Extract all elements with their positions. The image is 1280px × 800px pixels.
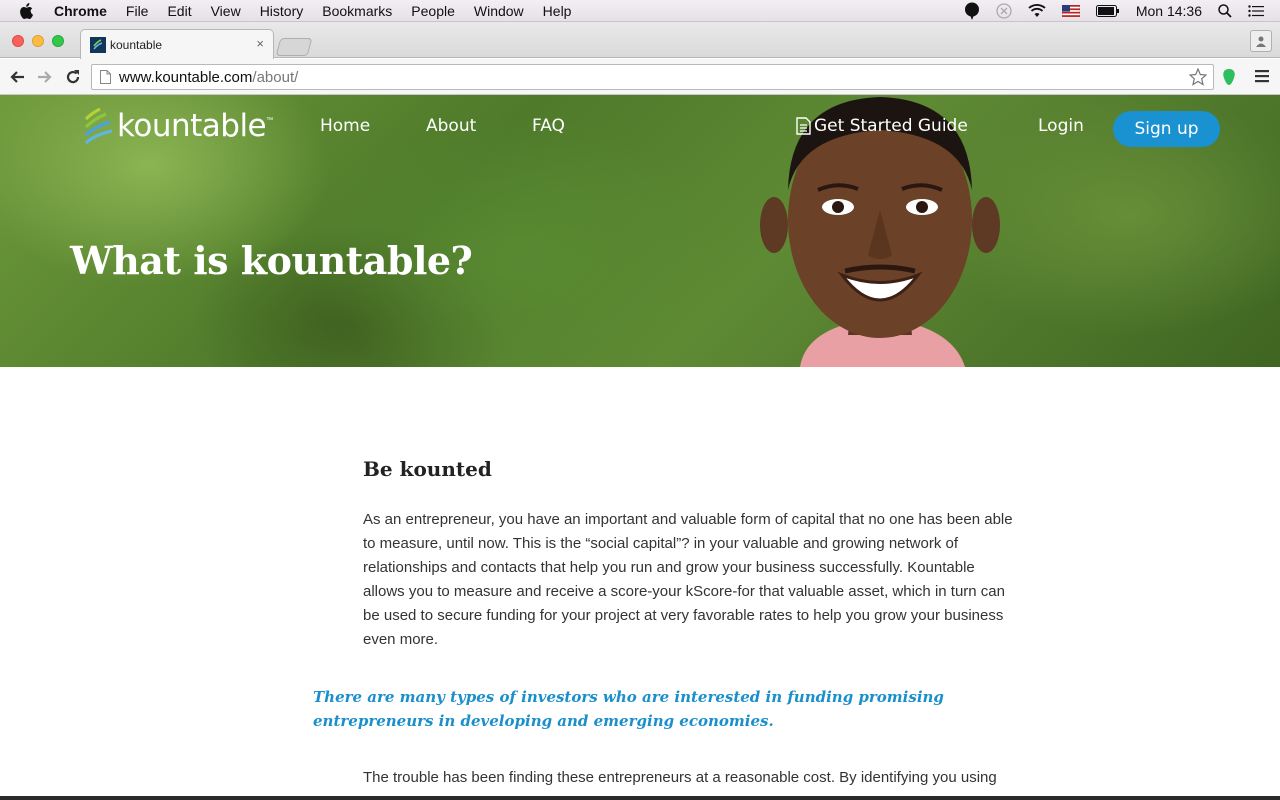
window-minimize-button[interactable] bbox=[32, 35, 44, 47]
window-close-button[interactable] bbox=[12, 35, 24, 47]
menu-clock[interactable]: Mon 14:36 bbox=[1136, 3, 1202, 19]
page-viewport: kountable ™ Home About FAQ Get Started G… bbox=[0, 95, 1280, 800]
forward-arrow-icon[interactable] bbox=[35, 67, 55, 87]
menu-people[interactable]: People bbox=[411, 3, 455, 19]
nav-home-link[interactable]: Home bbox=[320, 116, 370, 136]
back-arrow-icon[interactable] bbox=[7, 67, 27, 87]
logo-text: kountable bbox=[117, 108, 267, 144]
chrome-menu-icon[interactable] bbox=[1255, 69, 1269, 88]
nav-faq-link[interactable]: FAQ bbox=[532, 116, 565, 136]
nav-login-link[interactable]: Login bbox=[1038, 116, 1084, 136]
nav-about-link[interactable]: About bbox=[426, 116, 476, 136]
wifi-icon[interactable] bbox=[1028, 4, 1046, 18]
speech-bubble-icon[interactable] bbox=[964, 2, 980, 20]
menu-file[interactable]: File bbox=[126, 3, 149, 19]
logo-trademark: ™ bbox=[266, 117, 274, 124]
menu-app-name[interactable]: Chrome bbox=[54, 3, 107, 19]
dropbox-status-icon[interactable] bbox=[996, 3, 1012, 19]
hero-title: What is kountable? bbox=[70, 238, 473, 283]
page-icon bbox=[100, 70, 111, 84]
get-started-guide-link[interactable]: Get Started Guide bbox=[796, 116, 968, 136]
evernote-extension-icon[interactable] bbox=[1221, 68, 1237, 91]
tab-title: kountable bbox=[110, 37, 163, 52]
kountable-logo[interactable]: kountable ™ bbox=[84, 107, 273, 145]
notification-center-icon[interactable] bbox=[1248, 5, 1264, 17]
url-host: www.kountable.com bbox=[119, 68, 253, 86]
tab-close-icon[interactable]: × bbox=[256, 36, 264, 51]
browser-tab-active[interactable]: kountable × bbox=[80, 29, 274, 59]
address-bar[interactable]: www.kountable.com/about/ bbox=[91, 64, 1214, 90]
menu-history[interactable]: History bbox=[260, 3, 304, 19]
menu-view[interactable]: View bbox=[211, 3, 241, 19]
profile-icon[interactable] bbox=[1250, 30, 1272, 52]
macos-menu-bar: Chrome File Edit View History Bookmarks … bbox=[0, 0, 1280, 22]
browser-toolbar: www.kountable.com/about/ bbox=[0, 59, 1280, 95]
section-title: Be kounted bbox=[363, 457, 492, 481]
browser-tab-strip: kountable × bbox=[0, 22, 1280, 59]
spotlight-search-icon[interactable] bbox=[1218, 4, 1232, 18]
menu-bookmarks[interactable]: Bookmarks bbox=[322, 3, 392, 19]
reload-icon[interactable] bbox=[63, 67, 83, 87]
intro-paragraph: As an entrepreneur, you have an importan… bbox=[363, 511, 1013, 648]
bottom-strip bbox=[0, 796, 1280, 800]
sign-up-button[interactable]: Sign up bbox=[1113, 111, 1220, 147]
us-flag-icon[interactable] bbox=[1061, 5, 1080, 17]
menu-help[interactable]: Help bbox=[543, 3, 572, 19]
trouble-paragraph: The trouble has been finding these entre… bbox=[363, 769, 997, 786]
get-started-guide-label: Get Started Guide bbox=[814, 116, 968, 136]
url-path: /about/ bbox=[252, 68, 299, 86]
bookmark-star-icon[interactable] bbox=[1188, 67, 1208, 90]
new-tab-button[interactable] bbox=[275, 38, 313, 56]
battery-icon[interactable] bbox=[1095, 5, 1120, 17]
menu-edit[interactable]: Edit bbox=[167, 3, 191, 19]
kountable-logo-icon bbox=[84, 107, 113, 145]
hero-banner: kountable ™ Home About FAQ Get Started G… bbox=[0, 95, 1280, 367]
document-icon bbox=[796, 117, 811, 135]
apple-icon[interactable] bbox=[19, 2, 37, 19]
window-zoom-button[interactable] bbox=[52, 35, 64, 47]
pull-quote: There are many types of investors who ar… bbox=[313, 688, 944, 730]
menu-window[interactable]: Window bbox=[474, 3, 524, 19]
kountable-favicon-icon bbox=[90, 36, 106, 53]
